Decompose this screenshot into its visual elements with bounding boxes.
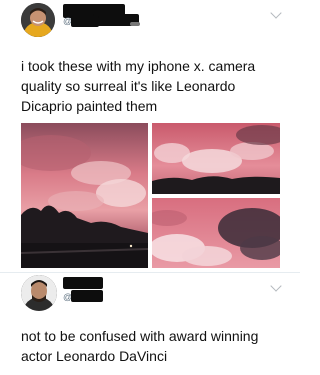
avatar[interactable]	[21, 3, 55, 37]
chevron-down-icon[interactable]	[270, 280, 282, 292]
redacted-handle	[130, 22, 140, 26]
photo-grid	[21, 123, 280, 268]
tweet-2: @ not to be confused with award winning …	[0, 272, 300, 375]
redacted-handle	[71, 290, 103, 302]
avatar[interactable]	[21, 275, 57, 311]
photo[interactable]	[152, 198, 280, 268]
photo[interactable]	[152, 123, 280, 194]
chevron-down-icon[interactable]	[270, 7, 282, 19]
tweet-text: not to be confused with award winning ac…	[21, 328, 263, 364]
photo[interactable]	[21, 123, 148, 268]
tweet-1: @ i took these with my iphone x. camera …	[0, 0, 300, 280]
redacted-name	[63, 277, 103, 289]
tweet-text: i took these with my iphone x. camera qu…	[21, 58, 260, 114]
redacted-handle	[71, 16, 99, 27]
